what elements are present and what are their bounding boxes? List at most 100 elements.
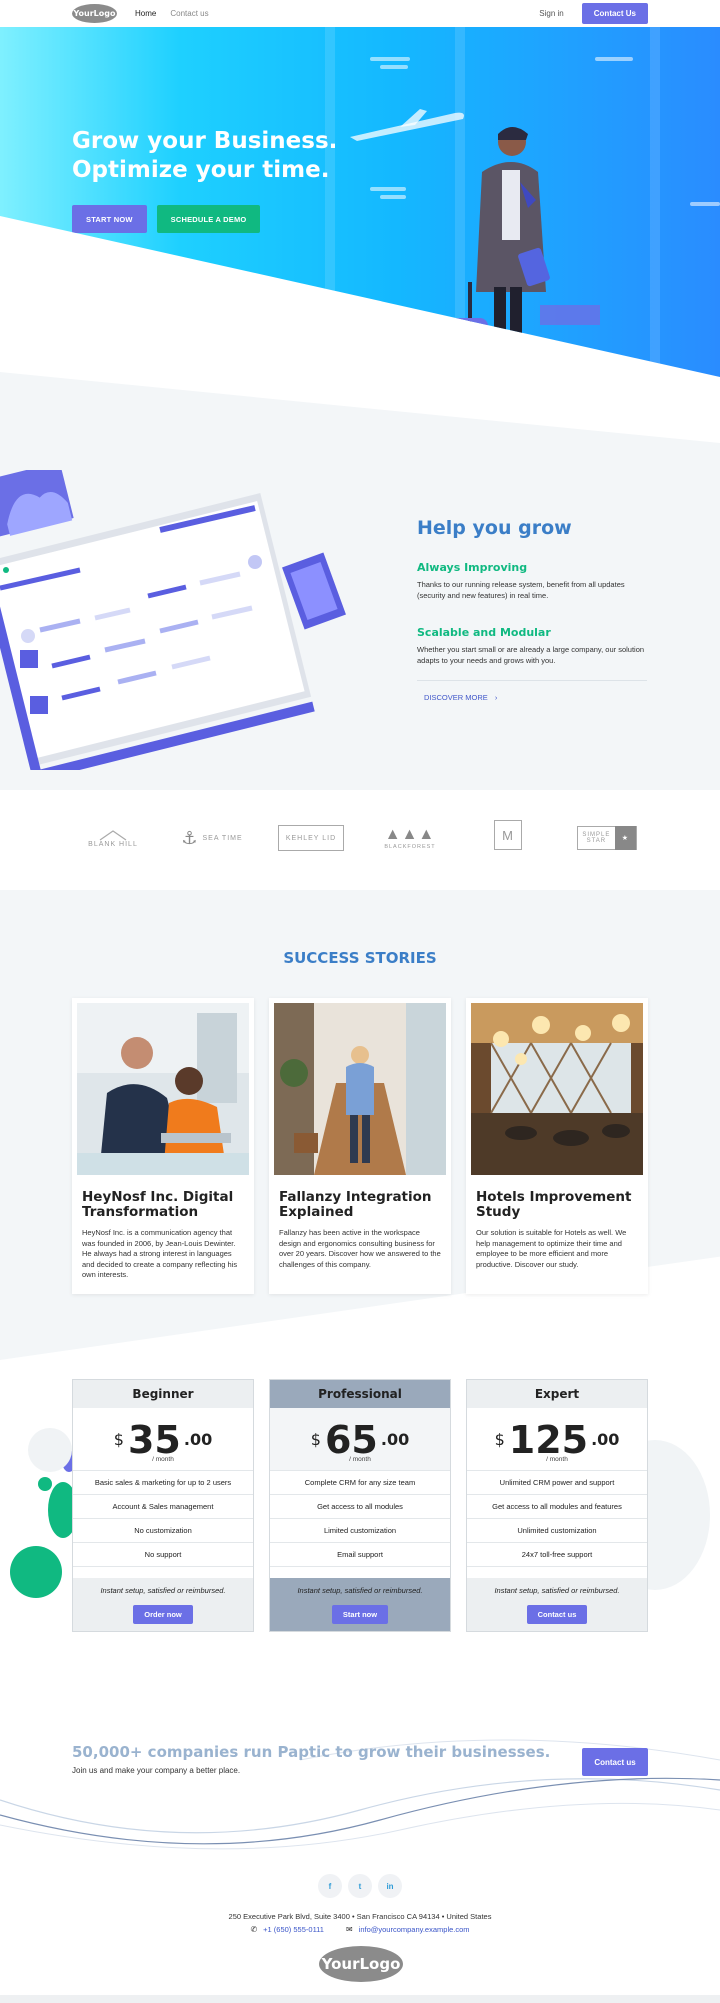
plan-note: Instant setup, satisfied or reimbursed. — [100, 1586, 226, 1595]
plan-feature: Get access to all modules and features — [467, 1495, 647, 1519]
hero-decor-shape-light — [0, 249, 28, 273]
client-logos: BLANK HILL ⚓ SEA TIME KEHLEY LID ▲▲▲ BLA… — [0, 790, 720, 890]
logo-blank-hill: BLANK HILL — [78, 820, 148, 856]
hero-decor-block — [540, 305, 600, 325]
plan-feature: No support — [73, 1543, 253, 1567]
cta-wave-lines — [0, 1739, 720, 1850]
star-icon: ★ — [614, 826, 636, 850]
grow-item-1-heading: Always Improving — [417, 561, 528, 574]
plan-note: Instant setup, satisfied or reimbursed. — [494, 1586, 620, 1595]
anchor-icon: ⚓ — [181, 827, 199, 848]
nav-link-home[interactable]: Home — [135, 9, 156, 18]
story-text-2: Fallanzy has been active in the workspac… — [279, 1228, 441, 1269]
story-image-lounge — [471, 1003, 643, 1175]
plan-footer: Instant setup, satisfied or reimbursed. … — [73, 1578, 253, 1631]
contact-us-button[interactable]: Contact Us — [581, 3, 648, 24]
order-now-button[interactable]: Order now — [133, 1605, 193, 1624]
footer-logo[interactable]: YourLogo — [319, 1946, 403, 1982]
plan-name: Expert — [467, 1380, 647, 1408]
plan-feature: Account & Sales management — [73, 1495, 253, 1519]
nav-links: Home Contact us — [135, 9, 209, 18]
envelope-icon: ✉ — [345, 1925, 353, 1934]
nav-link-contact[interactable]: Contact us — [170, 9, 208, 18]
phone-link[interactable]: ✆ +1 (650) 555-0111 — [250, 1925, 324, 1934]
logo-simple-star: SIMPLE STAR ★ — [577, 826, 637, 850]
grow-item-2-heading: Scalable and Modular — [417, 626, 551, 639]
dashboard-illustration — [0, 470, 346, 770]
hero-buttons: START NOW SCHEDULE A DEMO — [72, 205, 261, 233]
pricing-card-professional: Professional $ 65 .00 / month Complete C… — [269, 1379, 451, 1632]
cta-subtitle: Join us and make your company a better p… — [72, 1766, 241, 1775]
schedule-demo-button[interactable]: SCHEDULE A DEMO — [156, 205, 261, 233]
grow-item-2-text: Whether you start small or are already a… — [417, 645, 645, 665]
hero-title-line2: Optimize your time. — [72, 157, 330, 183]
plan-name: Beginner — [73, 1380, 253, 1408]
contact-us-plan-button[interactable]: Contact us — [526, 1605, 588, 1624]
footer-strip — [0, 1995, 720, 2003]
story-title-1: HeyNosf Inc. Digital Transformation — [82, 1189, 234, 1220]
success-title: SUCCESS STORIES — [283, 949, 437, 967]
discover-more-label: DISCOVER MORE — [424, 693, 488, 702]
facebook-icon[interactable]: f — [318, 1874, 342, 1898]
plan-price: $ 35 .00 / month — [73, 1408, 253, 1471]
plan-feature: Basic sales & marketing for up to 2 user… — [73, 1471, 253, 1495]
page: YourLogo Home Contact us Sign in Contact… — [0, 0, 720, 2003]
mountain-icon — [99, 829, 127, 840]
footer-address: 250 Executive Park Blvd, Suite 3400 • Sa… — [228, 1912, 492, 1921]
chevron-right-icon: › — [494, 693, 498, 702]
cta-contact-button[interactable]: Contact us — [582, 1748, 648, 1776]
plan-feature: 24x7 toll-free support — [467, 1543, 647, 1567]
discover-more-link[interactable]: DISCOVER MORE › — [424, 693, 497, 702]
traveler-illustration — [444, 127, 550, 377]
plan-name: Professional — [270, 1380, 450, 1408]
hero-title: Grow your Business. Optimize your time. — [72, 127, 337, 185]
email-address: info@yourcompany.example.com — [358, 1925, 470, 1934]
hero-title-line1: Grow your Business. — [72, 128, 338, 154]
plant-pot-icon — [374, 333, 394, 361]
start-now-plan-button[interactable]: Start now — [331, 1605, 389, 1624]
logo-m: M — [494, 820, 522, 850]
pricing-card-beginner: Beginner $ 35 .00 / month Basic sales & … — [72, 1379, 254, 1632]
plan-footer: Instant setup, satisfied or reimbursed. … — [467, 1578, 647, 1631]
logo-blackforest: ▲▲▲ BLACKFOREST — [384, 826, 436, 850]
story-card-1[interactable]: HeyNosf Inc. Digital Transformation HeyN… — [72, 998, 254, 1294]
decor-circle-light — [28, 1428, 72, 1472]
brand-logo[interactable]: YourLogo — [72, 4, 117, 23]
logo-kehley-lid: KEHLEY LID — [278, 825, 344, 851]
story-title-3: Hotels Improvement Study — [476, 1189, 632, 1220]
start-now-button[interactable]: START NOW — [72, 205, 147, 233]
plan-feature: Limited customization — [270, 1519, 450, 1543]
plan-note: Instant setup, satisfied or reimbursed. — [297, 1586, 423, 1595]
decor-circle-large — [10, 1546, 62, 1598]
grow-item-1-text: Thanks to our running release system, be… — [417, 580, 625, 600]
plan-feature: Unlimited customization — [467, 1519, 647, 1543]
hero-section: Grow your Business. Optimize your time. … — [0, 27, 720, 377]
email-link[interactable]: ✉ info@yourcompany.example.com — [346, 1925, 470, 1934]
linkedin-icon[interactable]: in — [378, 1874, 402, 1898]
pricing-card-expert: Expert $ 125 .00 / month Unlimited CRM p… — [466, 1379, 648, 1632]
story-card-2[interactable]: Fallanzy Integration Explained Fallanzy … — [269, 998, 451, 1294]
twitter-icon[interactable]: t — [348, 1874, 372, 1898]
trees-icon: ▲▲▲ — [384, 826, 436, 843]
story-text-1: HeyNosf Inc. is a communication agency t… — [82, 1228, 238, 1279]
grow-divider — [417, 680, 647, 681]
footer-contacts: ✆ +1 (650) 555-0111 ✉ info@yourcompany.e… — [0, 1925, 720, 1934]
top-navbar: YourLogo Home Contact us Sign in Contact… — [0, 0, 720, 27]
plan-feature: No customization — [73, 1519, 253, 1543]
plan-feature: Complete CRM for any size team — [270, 1471, 450, 1495]
story-title-2: Fallanzy Integration Explained — [279, 1189, 432, 1220]
hero-decor-shape — [0, 222, 60, 272]
plan-price: $ 65 .00 / month — [270, 1408, 450, 1471]
story-text-3: Our solution is suitable for Hotels as w… — [476, 1228, 627, 1269]
plan-feature: Email support — [270, 1543, 450, 1567]
story-image-corridor — [274, 1003, 446, 1175]
story-card-3[interactable]: Hotels Improvement Study Our solution is… — [466, 998, 648, 1294]
decor-circle-small — [38, 1477, 52, 1491]
signin-link[interactable]: Sign in — [539, 9, 563, 18]
phone-icon: ✆ — [250, 1925, 258, 1934]
plan-feature: Get access to all modules — [270, 1495, 450, 1519]
logo-sea-time: ⚓ SEA TIME — [181, 827, 243, 848]
story-image-office — [77, 1003, 249, 1175]
grow-title: Help you grow — [417, 517, 572, 539]
nav-right: Sign in Contact Us — [539, 3, 648, 24]
